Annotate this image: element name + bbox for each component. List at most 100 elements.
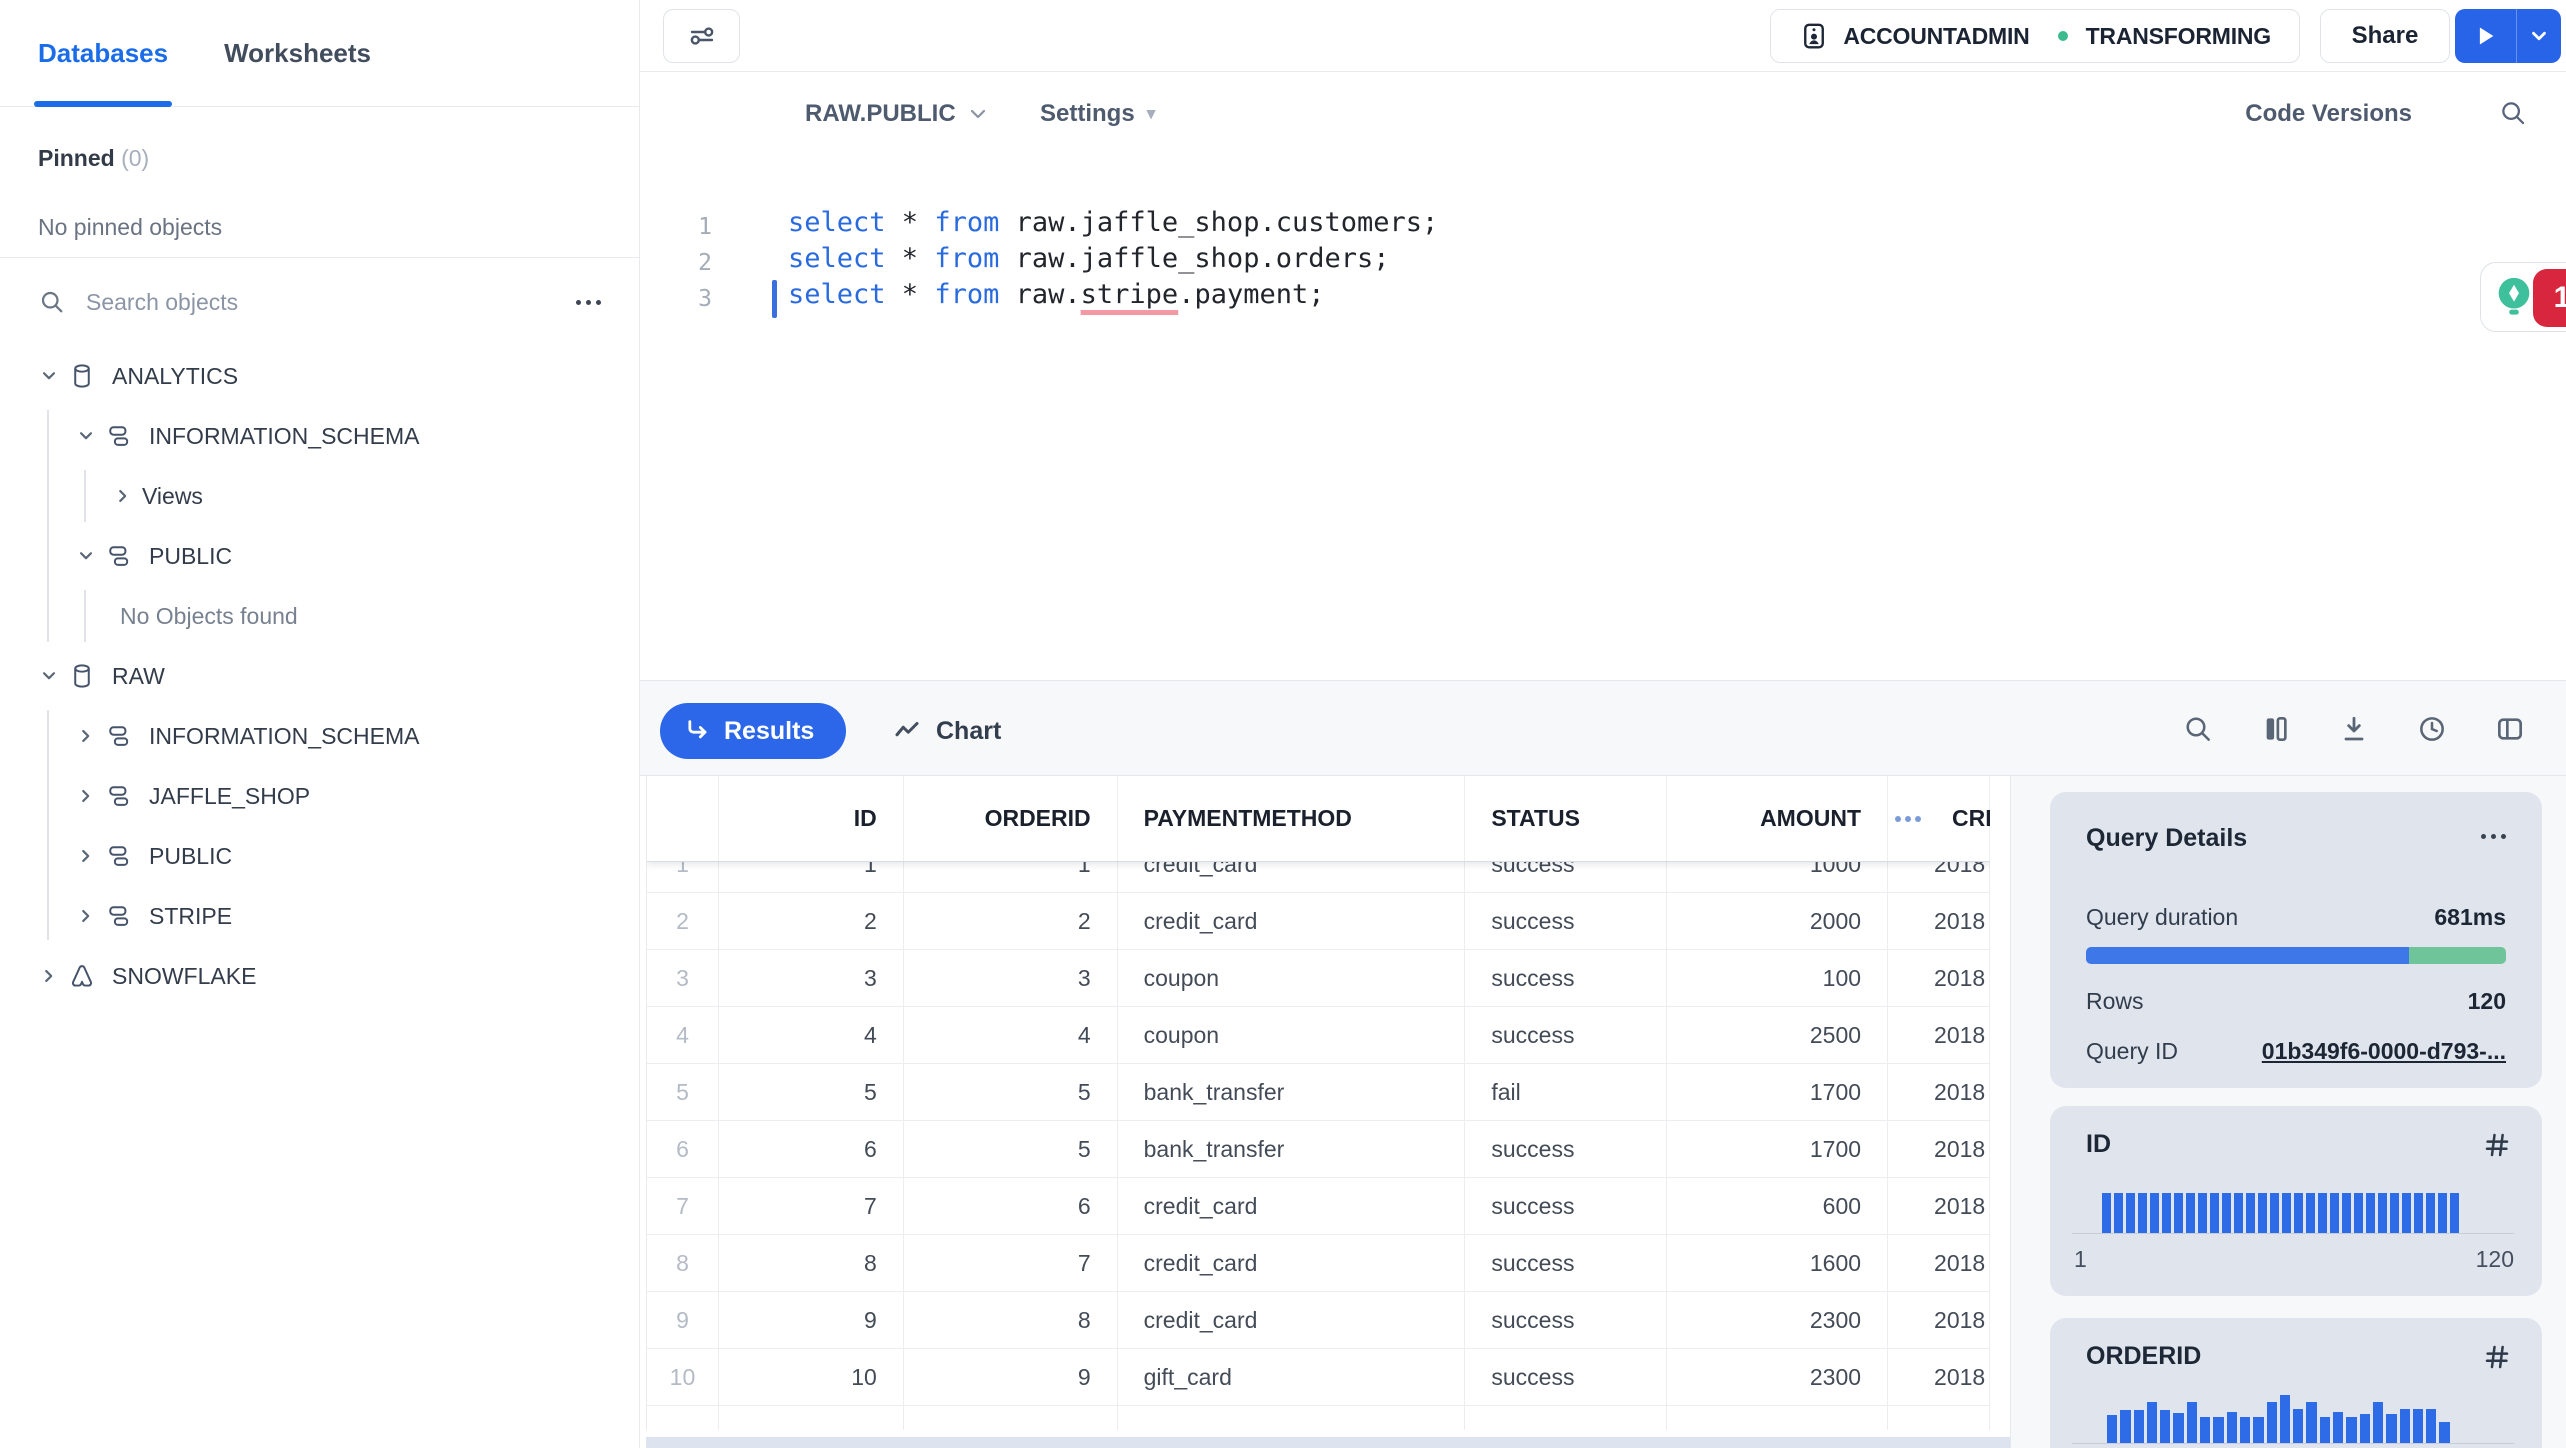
table-cell[interactable]: success — [1465, 1292, 1668, 1348]
table-cell[interactable]: 2 — [719, 893, 904, 949]
table-cell[interactable]: 2500 — [1667, 1007, 1889, 1063]
download-button[interactable] — [2338, 713, 2370, 745]
table-cell[interactable]: fail — [1465, 1064, 1668, 1120]
chevron-down-icon[interactable] — [38, 665, 60, 687]
table-cell[interactable]: 7 — [719, 1178, 904, 1234]
tree-item-jaffle-shop[interactable]: JAFFLE_SHOP — [0, 766, 639, 826]
table-cell[interactable]: 2000 — [1667, 893, 1889, 949]
table-cell[interactable]: 5 — [904, 1064, 1118, 1120]
chevron-down-icon[interactable] — [75, 425, 97, 447]
table-row[interactable]: 3 3 3 coupon success 100 2018 — [647, 950, 1990, 1007]
table-cell[interactable]: 4 — [719, 1007, 904, 1063]
table-cell[interactable]: success — [1465, 893, 1668, 949]
table-cell[interactable]: coupon — [1118, 1007, 1466, 1063]
split-panel-button[interactable] — [2494, 713, 2526, 745]
table-cell[interactable]: 2018 — [1888, 1349, 1990, 1405]
column-header-amount[interactable]: AMOUNT — [1667, 776, 1888, 861]
table-cell[interactable]: 2300 — [1667, 1349, 1889, 1405]
tab-chart[interactable]: Chart — [892, 703, 1001, 759]
tree-item-snowflake[interactable]: SNOWFLAKE — [0, 946, 639, 1006]
share-button[interactable]: Share — [2320, 9, 2450, 63]
row-number-cell[interactable]: 6 — [647, 1121, 719, 1177]
table-row[interactable] — [647, 1406, 1990, 1430]
chevron-right-icon[interactable] — [75, 785, 97, 807]
row-number-cell[interactable]: 2 — [647, 893, 719, 949]
table-row[interactable]: 5 5 5 bank_transfer fail 1700 2018 — [647, 1064, 1990, 1121]
row-number-cell[interactable]: 5 — [647, 1064, 719, 1120]
chevron-down-icon[interactable] — [38, 365, 60, 387]
table-cell[interactable]: success — [1465, 1235, 1668, 1291]
chevron-right-icon[interactable] — [38, 965, 60, 987]
table-row[interactable]: 6 6 5 bank_transfer success 1700 2018 — [647, 1121, 1990, 1178]
editor-search-button[interactable] — [2498, 98, 2528, 128]
table-cell[interactable]: success — [1465, 950, 1668, 1006]
table-cell[interactable]: 2018 — [1888, 1007, 1990, 1063]
horizontal-scrollbar[interactable] — [646, 1437, 2010, 1448]
tab-databases[interactable]: Databases — [34, 0, 173, 107]
row-number-cell[interactable]: 4 — [647, 1007, 719, 1063]
table-cell[interactable]: credit_card — [1118, 893, 1466, 949]
row-number-cell[interactable]: 8 — [647, 1235, 719, 1291]
tree-item-public[interactable]: PUBLIC — [0, 826, 639, 886]
column-header-paymentmethod[interactable]: PAYMENTMETHOD — [1118, 776, 1466, 861]
row-number-cell[interactable]: 7 — [647, 1178, 719, 1234]
query-details-menu[interactable] — [2481, 834, 2506, 839]
table-cell[interactable]: bank_transfer — [1118, 1064, 1466, 1120]
table-cell[interactable]: 100 — [1667, 950, 1889, 1006]
tree-item-stripe[interactable]: STRIPE — [0, 886, 639, 946]
session-context-button[interactable]: ACCOUNTADMIN TRANSFORMING — [1770, 9, 2300, 63]
tab-results[interactable]: Results — [660, 703, 847, 759]
query-id-link[interactable]: 01b349f6-0000-d793-... — [2262, 1038, 2506, 1065]
row-number-cell[interactable] — [647, 1406, 719, 1430]
table-cell[interactable]: success — [1465, 1178, 1668, 1234]
table-cell[interactable]: 1700 — [1667, 1064, 1889, 1120]
table-cell[interactable]: 2018 — [1888, 950, 1990, 1006]
column-menu-dots[interactable] — [1895, 816, 1921, 822]
table-row[interactable]: 9 9 8 credit_card success 2300 2018 — [647, 1292, 1990, 1349]
code-versions-button[interactable]: Code Versions — [2245, 100, 2412, 128]
table-cell[interactable]: 6 — [904, 1178, 1118, 1234]
hash-icon[interactable] — [2482, 1130, 2512, 1160]
chevron-right-icon[interactable] — [75, 725, 97, 747]
table-cell[interactable]: 4 — [904, 1007, 1118, 1063]
table-cell[interactable]: 1600 — [1667, 1235, 1889, 1291]
table-cell[interactable]: credit_card — [1118, 1292, 1466, 1348]
table-cell[interactable]: 3 — [719, 950, 904, 1006]
row-number-cell[interactable]: 10 — [647, 1349, 719, 1405]
table-cell[interactable]: 8 — [719, 1235, 904, 1291]
table-cell[interactable]: 9 — [719, 1292, 904, 1348]
column-header-status[interactable]: STATUS — [1465, 776, 1668, 861]
tree-item-raw[interactable]: RAW — [0, 646, 639, 706]
chevron-down-icon[interactable] — [75, 545, 97, 567]
table-cell[interactable]: 5 — [719, 1064, 904, 1120]
run-button[interactable] — [2455, 9, 2517, 63]
table-row[interactable]: 8 8 7 credit_card success 1600 2018 — [647, 1235, 1990, 1292]
table-cell[interactable]: coupon — [1118, 950, 1466, 1006]
run-options-button[interactable] — [2517, 9, 2561, 63]
table-cell[interactable]: 2 — [904, 893, 1118, 949]
column-header-orderid[interactable]: ORDERID — [904, 776, 1118, 861]
table-cell[interactable]: 3 — [904, 950, 1118, 1006]
table-cell[interactable]: credit_card — [1118, 1235, 1466, 1291]
table-cell[interactable]: success — [1465, 1121, 1668, 1177]
table-row[interactable]: 10 10 9 gift_card success 2300 2018 — [647, 1349, 1990, 1406]
table-cell[interactable]: 2018 — [1888, 1064, 1990, 1120]
search-results-button[interactable] — [2182, 713, 2214, 745]
query-filters-button[interactable] — [663, 9, 740, 63]
table-cell[interactable]: 2018 — [1888, 1178, 1990, 1234]
tab-worksheets[interactable]: Worksheets — [224, 0, 371, 106]
row-number-cell[interactable]: 3 — [647, 950, 719, 1006]
table-cell[interactable]: 2018 — [1888, 1235, 1990, 1291]
sql-editor[interactable]: select * from raw.jaffle_shop.customers;… — [788, 205, 1438, 313]
table-cell[interactable]: 5 — [904, 1121, 1118, 1177]
settings-dropdown[interactable]: Settings ▾ — [1040, 100, 1155, 128]
table-cell[interactable]: success — [1465, 1007, 1668, 1063]
editor-suggestions-indicator[interactable]: 1 — [2480, 262, 2566, 332]
search-objects-input[interactable]: Search objects — [0, 258, 639, 346]
table-cell[interactable]: 600 — [1667, 1178, 1889, 1234]
table-cell[interactable]: 2018 — [1888, 1121, 1990, 1177]
column-header-id[interactable]: ID — [719, 776, 904, 861]
row-number-cell[interactable]: 9 — [647, 1292, 719, 1348]
chevron-right-icon[interactable] — [112, 485, 134, 507]
tree-item-views[interactable]: Views — [0, 466, 639, 526]
